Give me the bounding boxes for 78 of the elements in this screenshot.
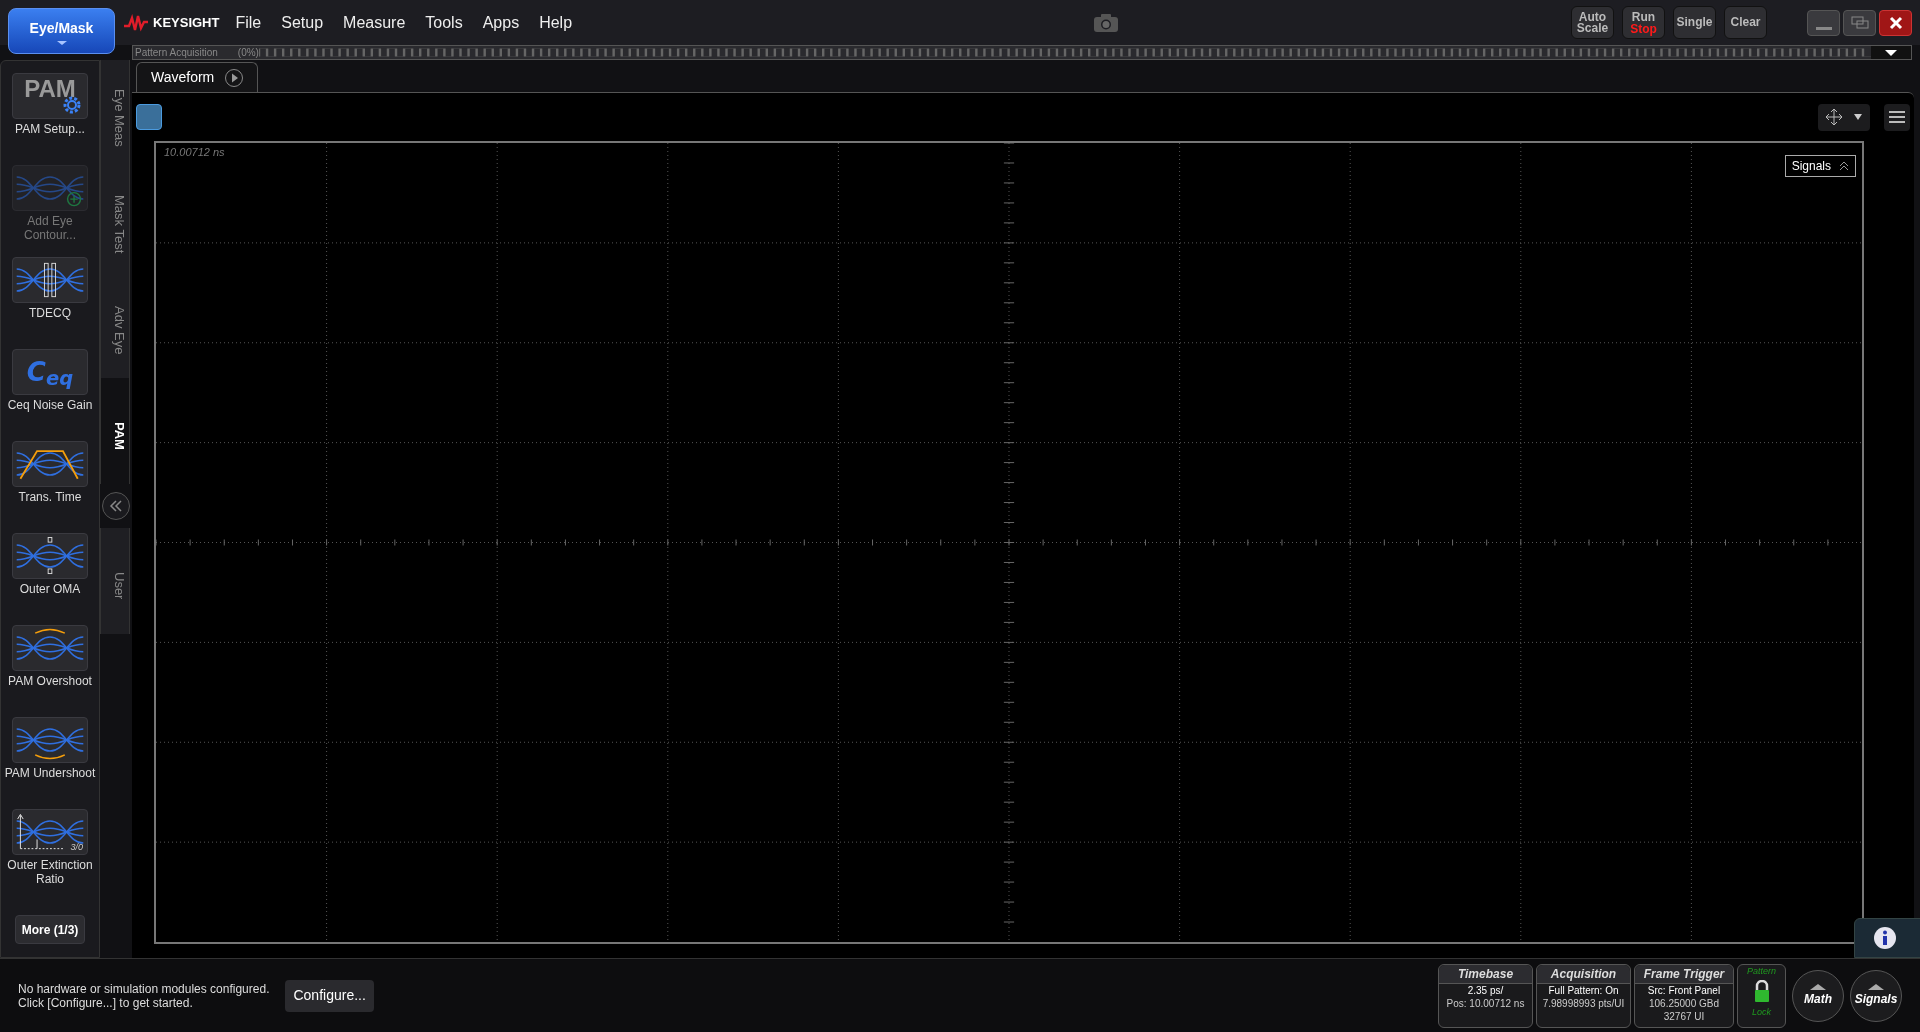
run-label: Run — [1631, 10, 1656, 23]
menu-item[interactable]: Setup — [273, 10, 332, 35]
panel-value: 2.35 ps/ — [1466, 983, 1505, 997]
close-icon — [1888, 15, 1903, 30]
status-panel[interactable]: Timebase 2.35 ps/ Pos: 10.00712 ns — [1438, 963, 1533, 1028]
double-chevron-icon — [109, 500, 123, 512]
progress-label: Pattern Acquisition — [134, 46, 218, 60]
panel-value: 106.25000 GBd — [1647, 996, 1721, 1010]
tool-label: Trans. Time — [17, 490, 83, 504]
status-panel[interactable]: Acquisition Full Pattern: On 7.98998993 pts/UI — [1536, 963, 1631, 1028]
tool-label: PAM Setup... — [14, 122, 86, 136]
eye-diagram-icon[interactable] — [12, 441, 88, 487]
lock-top-label: Pattern — [1747, 964, 1776, 978]
tool-label: Ceq Noise Gain — [6, 398, 94, 412]
caret-icon — [56, 40, 67, 45]
panel-value: Full Pattern: On — [1547, 983, 1620, 997]
info-button[interactable] — [1854, 918, 1920, 958]
side-tab[interactable]: Mask Test — [100, 166, 130, 272]
tool-label: PAM Undershoot — [3, 766, 97, 780]
collapse-button[interactable] — [102, 492, 130, 520]
restore-icon — [1850, 15, 1869, 30]
play-icon — [224, 67, 245, 88]
minimize-button[interactable] — [1807, 9, 1840, 36]
configure-button[interactable]: Configure... — [285, 979, 374, 1012]
pan-button[interactable] — [1818, 103, 1870, 131]
round-button[interactable]: Signals — [1850, 969, 1902, 1022]
side-tab[interactable]: Eye Meas — [100, 60, 130, 166]
menu-item[interactable]: Measure — [335, 10, 414, 35]
tool-label: Outer OMA — [18, 582, 82, 596]
round-button[interactable]: Math — [1792, 969, 1844, 1022]
tab-label: Waveform — [151, 68, 215, 87]
brand-name: KEYSIGHT — [153, 13, 220, 32]
status-panel[interactable]: Frame Trigger Src: Front Panel 106.25000 GBd 32767 UI — [1634, 963, 1734, 1028]
more-button[interactable]: More (1/3) — [15, 915, 85, 944]
side-tab[interactable]: PAM — [100, 378, 130, 484]
gear-icon — [63, 96, 81, 114]
panel-title: Frame Trigger — [1635, 964, 1733, 984]
camera-icon — [1092, 12, 1119, 33]
panel-value: 32767 UI — [1662, 1009, 1706, 1023]
panel-title: Timebase — [1439, 964, 1532, 984]
double-chevron-icon — [1839, 161, 1849, 171]
stop-label: Stop — [1630, 22, 1657, 35]
waveform-tab[interactable]: Waveform — [136, 62, 258, 92]
close-button[interactable] — [1879, 9, 1912, 36]
toolbar-button[interactable]: Clear — [1724, 6, 1767, 39]
progress-percent: (0%) — [237, 46, 259, 60]
logo-icon — [123, 13, 149, 32]
panel-value: 7.98998993 pts/UI — [1541, 996, 1626, 1010]
panel-title: Acquisition — [1537, 964, 1630, 984]
dropdown-button[interactable] — [1871, 46, 1911, 59]
panel-value: Src: Front Panel — [1646, 983, 1722, 997]
toolbar-button[interactable]: Auto Scale — [1571, 6, 1614, 39]
side-tab[interactable]: User — [100, 528, 130, 634]
tool-label: Outer Extinction Ratio — [6, 858, 94, 886]
color-swatch-button[interactable] — [136, 104, 162, 130]
menu-item[interactable]: File — [227, 10, 270, 35]
info-icon — [1873, 926, 1897, 950]
lock-bottom-label: Lock — [1752, 1006, 1771, 1019]
run-stop-button[interactable]: Run Stop — [1622, 6, 1665, 39]
tool-label: TDECQ — [28, 306, 72, 320]
pam-setup-button[interactable]: PAM — [12, 73, 88, 119]
time-position-label: 10.00712 ns — [164, 145, 225, 160]
mode-button[interactable]: Eye/Mask — [8, 8, 115, 54]
tool-label: PAM Overshoot — [7, 674, 93, 688]
signals-button[interactable]: Signals — [1784, 155, 1856, 177]
menu-item[interactable]: Tools — [417, 10, 471, 35]
extinction-ratio-button[interactable]: 3/0 — [12, 809, 88, 855]
toolbar-button[interactable]: Single — [1673, 6, 1716, 39]
side-tab[interactable]: Adv Eye — [100, 272, 130, 378]
eye-diagram-icon[interactable] — [12, 257, 88, 303]
tool-label: Add Eye Contour... — [23, 214, 77, 242]
padlock-icon — [1752, 980, 1771, 1004]
panel-value: Pos: 10.00712 ns — [1445, 996, 1526, 1010]
status-message: No hardware or simulation modules configured. Click [Configure...] to get started. — [18, 981, 270, 1010]
menu-item[interactable]: Apps — [474, 10, 528, 35]
menu-button[interactable] — [1884, 103, 1910, 131]
menu-item[interactable]: Help — [531, 10, 581, 35]
lock-panel[interactable]: Pattern Lock — [1737, 963, 1786, 1028]
